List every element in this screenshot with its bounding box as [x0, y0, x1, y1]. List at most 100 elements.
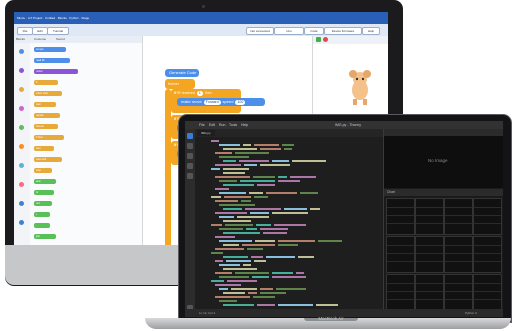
menu-tutorial[interactable]: Tutorial: [47, 27, 69, 35]
move-block[interactable]: make move Forward speed 100: [177, 98, 265, 106]
palette-block[interactable]: wait: [34, 102, 56, 107]
category-dot[interactable]: [19, 87, 24, 92]
green-flag-icon[interactable]: [316, 37, 321, 42]
palette-block[interactable]: if: [34, 80, 58, 85]
category-dot[interactable]: [19, 163, 24, 168]
palette-block[interactable]: set pin: [34, 47, 66, 52]
palette-block[interactable]: forever: [34, 124, 58, 129]
code-token: [237, 216, 269, 218]
palette-block[interactable]: not: [34, 201, 52, 206]
ide-menu-run[interactable]: Run: [219, 121, 225, 129]
if-text: IR received: [177, 91, 195, 95]
code-token: [223, 220, 251, 222]
category-dot[interactable]: [19, 220, 24, 225]
code-token: [242, 244, 275, 246]
code-token: [251, 256, 263, 258]
palette-block[interactable]: motor: [34, 69, 78, 74]
menu-bar: File Edit Tutorial Not connected Uno Cod…: [14, 24, 388, 36]
code-token: [260, 292, 286, 294]
code-token: [274, 224, 306, 226]
palette-block[interactable]: repeat: [34, 113, 60, 118]
ide-menu-edit[interactable]: Edit: [209, 121, 215, 129]
key-dropdown[interactable]: 1: [196, 91, 203, 96]
code-token: [215, 164, 241, 166]
editor-tab[interactable]: IMG.py: [197, 130, 215, 136]
extensions-icon[interactable]: [187, 173, 193, 179]
gridline: [416, 291, 443, 292]
palette-block[interactable]: wait until: [34, 157, 62, 162]
palette-block[interactable]: -: [34, 223, 50, 228]
if-block[interactable]: if IR received 1 then make move Forward speed…: [171, 89, 265, 113]
line-number: [197, 219, 207, 222]
window-title: Mind+ · IoT Project · Untitled · Blocks …: [17, 16, 90, 20]
palette-block[interactable]: if then: [34, 135, 64, 140]
palette-block[interactable]: stop: [34, 168, 52, 173]
tab-sound[interactable]: Sound: [56, 37, 65, 42]
category-dot[interactable]: [19, 182, 24, 187]
debug-icon[interactable]: [187, 163, 193, 169]
forever-block[interactable]: forever: [165, 79, 195, 89]
line-number: [197, 143, 207, 146]
category-dot[interactable]: [19, 144, 24, 149]
speed-input[interactable]: 100: [235, 100, 246, 105]
tab-blocks[interactable]: Blocks: [16, 37, 25, 42]
gridline: [387, 291, 414, 292]
firmware-button[interactable]: Device Firmware: [324, 27, 362, 35]
palette-block[interactable]: join: [34, 234, 56, 239]
source-control-icon[interactable]: [187, 153, 193, 159]
code-token: [247, 248, 263, 250]
line-number: [197, 275, 207, 278]
category-dot[interactable]: [19, 49, 24, 54]
search-icon[interactable]: [187, 143, 193, 149]
help-button[interactable]: Help: [362, 27, 380, 35]
line-number: [197, 175, 207, 178]
mascot-sprite-icon[interactable]: [347, 70, 373, 106]
code-token: [223, 304, 254, 306]
line-number: [197, 247, 207, 250]
palette-block[interactable]: +: [34, 212, 50, 217]
line-number: [197, 199, 207, 202]
code-token: [272, 160, 289, 162]
category-dot[interactable]: [19, 106, 24, 111]
generate-code-button[interactable]: Generate Code: [165, 69, 199, 77]
code-token: [248, 292, 257, 294]
code-token: [255, 240, 275, 242]
code-token: [253, 176, 275, 178]
board-select[interactable]: Uno: [274, 27, 304, 35]
output-panels: No Image Chart: [383, 129, 503, 317]
code-token: [215, 260, 223, 262]
palette-block[interactable]: when start: [34, 91, 62, 96]
line-number: [197, 251, 207, 254]
gridline: [474, 253, 501, 254]
category-dot[interactable]: [19, 68, 24, 73]
ide-menu-tools[interactable]: Tools: [229, 121, 237, 129]
code-token: [276, 288, 306, 290]
code-button[interactable]: Code: [304, 27, 324, 35]
gridline: [445, 215, 472, 216]
code-token: [310, 208, 320, 210]
palette-block[interactable]: read IR: [34, 58, 70, 63]
tab-costume[interactable]: Costume: [34, 37, 46, 42]
stop-icon[interactable]: [323, 37, 328, 42]
code-token: [253, 296, 275, 298]
palette-block[interactable]: or: [34, 190, 54, 195]
code-token: [318, 240, 342, 242]
ide-menu-help[interactable]: Help: [241, 121, 248, 129]
gridline: [474, 283, 501, 284]
direction-dropdown[interactable]: Forward: [203, 100, 221, 105]
palette-block[interactable]: else: [34, 146, 54, 151]
menu-edit[interactable]: Edit: [32, 27, 48, 35]
explorer-icon[interactable]: [187, 133, 193, 139]
code-token: [227, 280, 257, 282]
code-token: [225, 224, 253, 226]
category-dot[interactable]: [19, 201, 24, 206]
ide-menu-file[interactable]: File: [199, 121, 205, 129]
stage-toolbar: [313, 36, 388, 44]
menu-file[interactable]: File: [17, 27, 33, 35]
connect-button[interactable]: Not connected: [246, 27, 274, 35]
code-token: [260, 288, 273, 290]
palette-block[interactable]: and: [34, 179, 56, 184]
category-dot[interactable]: [19, 125, 24, 130]
code-token: [215, 188, 229, 190]
code-editor[interactable]: [195, 137, 383, 309]
